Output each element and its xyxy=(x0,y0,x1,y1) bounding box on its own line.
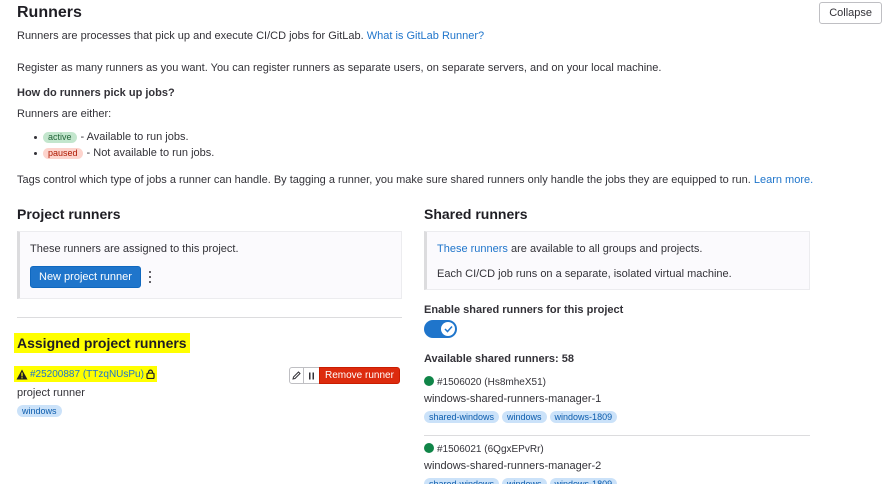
shared-runner-item: #1506021 (6QgxEPvRr) windows-shared-runn… xyxy=(424,443,620,484)
how-heading: How do runners pick up jobs? xyxy=(17,87,175,99)
runner-actions: Remove runner xyxy=(289,367,400,384)
tag-windows-1809: windows-1809 xyxy=(549,478,618,484)
shared-runner-id[interactable]: #1506021 (6QgxEPvRr) xyxy=(424,443,620,455)
divider xyxy=(424,435,810,436)
tag-windows: windows xyxy=(502,478,547,484)
list-item: active - Available to run jobs. xyxy=(34,131,189,143)
runner-id: #25200887 (TTzqNUsPu) xyxy=(30,368,144,380)
shared-card-line2: Each CI/CD job runs on a separate, isola… xyxy=(437,268,732,280)
remove-runner-button[interactable]: Remove runner xyxy=(319,367,400,384)
more-actions-icon[interactable] xyxy=(144,269,156,285)
online-status-icon xyxy=(424,376,434,386)
what-is-runner-link[interactable]: What is GitLab Runner? xyxy=(367,30,484,42)
shared-runners-card: These runners are available to all group… xyxy=(424,231,810,290)
shared-card-line1: These runners are available to all group… xyxy=(437,243,703,255)
paused-badge: paused xyxy=(43,147,83,159)
active-badge: active xyxy=(43,131,77,143)
tag-shared-windows: shared-windows xyxy=(424,411,500,423)
check-icon xyxy=(443,325,453,333)
learn-more-link[interactable]: Learn more. xyxy=(754,174,813,186)
warning-icon xyxy=(16,369,28,379)
tags-text: Tags control which type of jobs a runner… xyxy=(17,174,814,186)
shared-runner-item: #1506020 (Hs8mheX51) windows-shared-runn… xyxy=(424,376,620,423)
shared-runner-name: windows-shared-runners-manager-2 xyxy=(424,460,602,472)
tag-shared-windows: shared-windows xyxy=(424,478,500,484)
runner-description: project runner xyxy=(17,387,85,399)
project-runners-card: These runners are assigned to this proje… xyxy=(17,231,402,299)
shared-runners-toggle[interactable] xyxy=(424,320,457,338)
collapse-button[interactable]: Collapse xyxy=(819,2,882,24)
edit-icon[interactable] xyxy=(289,367,304,384)
divider xyxy=(17,317,402,318)
tag-windows: windows xyxy=(502,411,547,423)
either-text: Runners are either: xyxy=(17,108,112,120)
available-shared-label: Available shared runners: 58 xyxy=(424,353,574,365)
card-text: These runners are assigned to this proje… xyxy=(30,243,239,255)
tag-windows-1809: windows-1809 xyxy=(549,411,618,423)
project-runners-heading: Project runners xyxy=(17,206,121,222)
enable-shared-label: Enable shared runners for this project xyxy=(424,304,624,316)
shared-runner-tags: shared-windows windows windows-1809 xyxy=(424,411,620,423)
online-status-icon xyxy=(424,443,434,453)
shared-runner-tags: shared-windows windows windows-1809 xyxy=(424,478,620,484)
shared-runner-id[interactable]: #1506020 (Hs8mheX51) xyxy=(424,376,620,388)
lock-icon xyxy=(146,369,155,379)
these-runners-link[interactable]: These runners xyxy=(437,243,508,255)
intro-line: Runners are processes that pick up and e… xyxy=(17,30,485,42)
shared-runner-name: windows-shared-runners-manager-1 xyxy=(424,393,602,405)
list-item: paused - Not available to run jobs. xyxy=(34,147,214,159)
tag-windows: windows xyxy=(17,405,62,417)
assigned-runners-heading: Assigned project runners xyxy=(14,333,190,353)
pause-icon[interactable] xyxy=(304,367,319,384)
shared-runners-heading: Shared runners xyxy=(424,206,528,222)
runner-tags: windows xyxy=(17,405,65,417)
new-project-runner-button[interactable]: New project runner xyxy=(30,266,141,288)
page-title: Runners xyxy=(17,4,82,21)
register-text: Register as many runners as you want. Yo… xyxy=(17,62,662,74)
assigned-runner-link[interactable]: #25200887 (TTzqNUsPu) xyxy=(14,366,157,382)
